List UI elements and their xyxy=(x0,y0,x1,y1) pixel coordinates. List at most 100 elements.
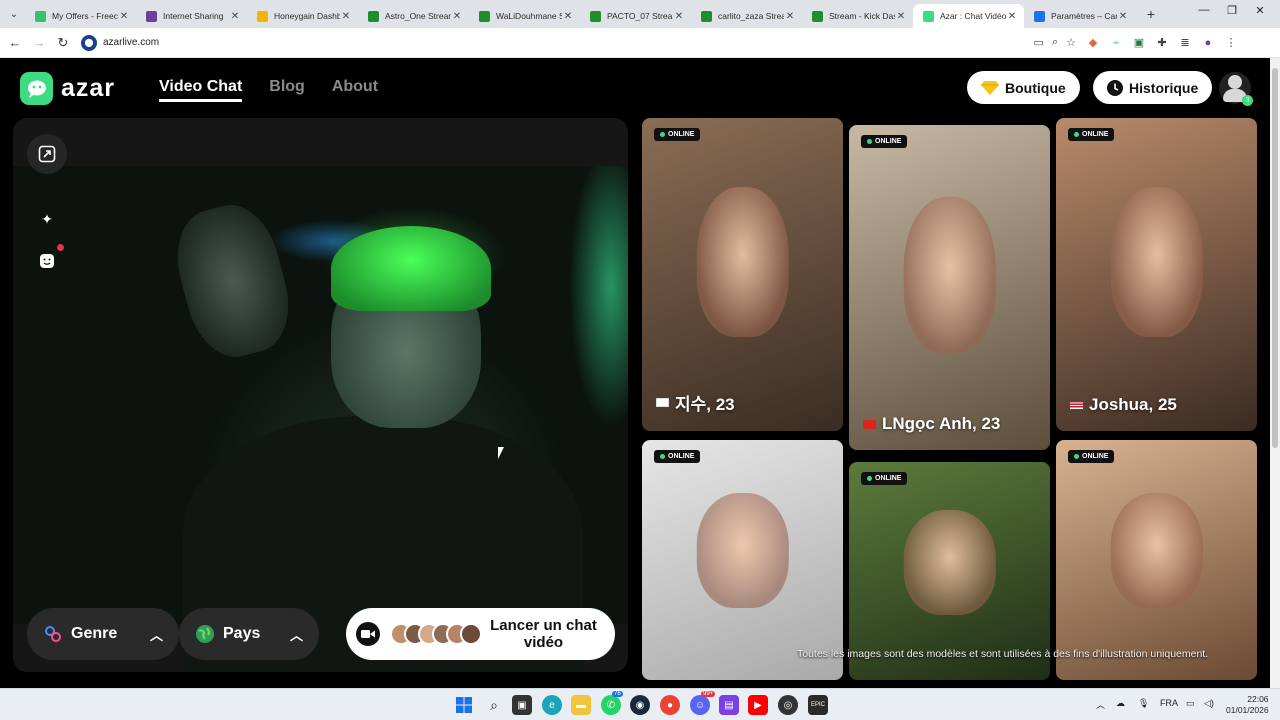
tab-favicon-icon xyxy=(590,10,601,22)
expand-button[interactable] xyxy=(27,134,67,174)
obs-icon[interactable]: ◎ xyxy=(778,695,798,715)
genre-filter-button[interactable]: Genre ︿ xyxy=(27,608,179,660)
discord-icon[interactable]: ☺ xyxy=(690,695,710,715)
video-panel: ✦ Genre ︿ Pays ︿ Lancer un chat vidéo xyxy=(13,118,628,672)
gallery-card: ONLINE Joshua, 25 xyxy=(1056,118,1257,431)
user-avatar[interactable]: 3 xyxy=(1219,72,1253,106)
tab-favicon-icon xyxy=(1034,10,1045,22)
tray-overflow-icon[interactable]: ︿ xyxy=(1096,698,1105,711)
tab-title: carlito_zaza Stream xyxy=(718,11,784,21)
online-dot-icon xyxy=(660,132,665,137)
boutique-button[interactable]: Boutique xyxy=(967,71,1080,104)
back-button[interactable]: ← xyxy=(3,35,27,50)
profile-avatar-icon[interactable]: ● xyxy=(1201,37,1215,49)
url-text[interactable]: azarlive.com xyxy=(103,37,159,48)
tab-close-icon[interactable]: ✕ xyxy=(784,11,796,22)
pays-filter-button[interactable]: Pays ︿ xyxy=(179,608,319,660)
steam-icon[interactable]: ◉ xyxy=(630,695,650,715)
extension-arrow-icon[interactable]: ⌁ xyxy=(1109,36,1123,49)
onedrive-icon[interactable]: ☁ xyxy=(1116,698,1125,709)
language-indicator[interactable]: FRA xyxy=(1160,698,1178,708)
browser-tab[interactable]: Astro_One Stream ✕ xyxy=(358,4,469,28)
browser-tab[interactable]: Azar : Chat Vidéo ✕ xyxy=(913,4,1024,28)
network-icon[interactable]: ▭ xyxy=(1186,698,1195,709)
tab-close-icon[interactable]: ✕ xyxy=(1117,11,1129,22)
online-label: ONLINE xyxy=(1082,453,1109,460)
tab-close-icon[interactable]: ✕ xyxy=(118,11,130,22)
start-menu-icon[interactable] xyxy=(454,695,474,715)
minimize-button[interactable]: — xyxy=(1190,4,1218,17)
country-flag-icon xyxy=(1070,400,1083,410)
sticker-face-icon[interactable] xyxy=(36,250,58,272)
cast-icon[interactable]: ▭ xyxy=(1034,36,1044,49)
extensions-puzzle-icon[interactable]: ✚ xyxy=(1155,36,1169,49)
chevron-up-icon: ︿ xyxy=(289,627,303,643)
tab-title: Internet Sharing xyxy=(163,11,224,21)
whatsapp-icon[interactable]: ✆ xyxy=(601,695,621,715)
volume-icon[interactable]: ◁) xyxy=(1204,698,1214,709)
bookmark-star-icon[interactable]: ☆ xyxy=(1066,36,1076,49)
microphone-icon[interactable]: 🎙 xyxy=(1138,698,1149,709)
mouse-cursor xyxy=(498,447,504,459)
tab-title: PACTO_07 Stream xyxy=(607,11,673,21)
reading-list-icon[interactable]: ≣ xyxy=(1178,36,1192,49)
historique-button[interactable]: Historique xyxy=(1093,71,1213,104)
site-info-icon[interactable]: ⬤ xyxy=(81,34,97,51)
start-video-chat-button[interactable]: Lancer un chat vidéo xyxy=(346,608,615,660)
azar-logo-icon xyxy=(20,72,53,105)
tab-favicon-icon xyxy=(368,10,379,22)
online-label: ONLINE xyxy=(875,475,902,482)
sparkle-effects-icon[interactable]: ✦ xyxy=(36,208,58,230)
edge-icon[interactable]: e xyxy=(542,695,562,715)
browser-tab[interactable]: Internet Sharing ✕ xyxy=(136,4,247,28)
page-scrollbar[interactable] xyxy=(1270,58,1280,688)
app-purple-icon[interactable]: ▤ xyxy=(719,695,739,715)
reload-button[interactable]: ↻ xyxy=(51,35,75,51)
tab-close-icon[interactable]: ✕ xyxy=(895,11,907,22)
extension-wallet-icon[interactable]: ▣ xyxy=(1132,36,1146,49)
tab-close-icon[interactable]: ✕ xyxy=(1006,11,1018,22)
task-view-icon[interactable]: ▣ xyxy=(512,695,532,715)
tab-close-icon[interactable]: ✕ xyxy=(229,11,241,22)
gallery-card: ONLINE xyxy=(642,440,843,680)
gender-icon xyxy=(45,626,61,642)
browser-tab[interactable]: Stream - Kick Dashboard✕ xyxy=(802,4,913,28)
system-clock[interactable]: 22:06 01/01/2026 xyxy=(1226,694,1269,716)
browser-tab[interactable]: My Offers - Freecash✕ xyxy=(25,4,136,28)
tab-close-icon[interactable]: ✕ xyxy=(451,11,463,22)
chrome-icon[interactable]: ● xyxy=(660,695,680,715)
online-dot-icon xyxy=(1074,454,1079,459)
new-tab-button[interactable]: + xyxy=(1139,6,1163,22)
nav-about[interactable]: About xyxy=(332,78,378,102)
model-gallery: ONLINE 지수, 23 ONLINE LNgọc Anh, 23 ONLINE J… xyxy=(642,118,1257,688)
close-window-button[interactable]: ✕ xyxy=(1246,4,1274,17)
browser-tab[interactable]: PACTO_07 Stream ✕ xyxy=(580,4,691,28)
address-bar[interactable]: ⬤ azarlive.com ▭ ⌕ ☆ xyxy=(81,32,1086,54)
browser-tab[interactable]: Paramètres – Caméra✕ xyxy=(1024,4,1135,28)
epic-games-icon[interactable]: EPIC xyxy=(808,695,828,715)
tab-close-icon[interactable]: ✕ xyxy=(340,11,352,22)
online-dot-icon xyxy=(1074,132,1079,137)
azar-logo[interactable]: azar xyxy=(20,72,115,105)
browser-tab[interactable]: Honeygain Dashboard✕ xyxy=(247,4,358,28)
tab-title: WaLiDouhmane Stream xyxy=(496,11,562,21)
tab-search-button[interactable]: ⌄ xyxy=(3,3,25,25)
scrollbar-thumb[interactable] xyxy=(1272,68,1278,448)
tab-close-icon[interactable]: ✕ xyxy=(673,11,685,22)
nav-blog[interactable]: Blog xyxy=(269,78,305,102)
browser-tab[interactable]: WaLiDouhmane Stream✕ xyxy=(469,4,580,28)
youtube-icon[interactable]: ▶ xyxy=(748,695,768,715)
file-explorer-icon[interactable]: ▬ xyxy=(571,695,591,715)
forward-button[interactable]: → xyxy=(27,35,51,50)
tab-close-icon[interactable]: ✕ xyxy=(562,11,574,22)
extension-fox-icon[interactable]: ◆ xyxy=(1086,36,1100,49)
maximize-button[interactable]: ❐ xyxy=(1218,4,1246,17)
browser-tab[interactable]: carlito_zaza Stream✕ xyxy=(691,4,802,28)
genre-label: Genre xyxy=(71,625,118,642)
nav-video-chat[interactable]: Video Chat xyxy=(159,78,243,102)
zoom-icon[interactable]: ⌕ xyxy=(1052,36,1058,49)
tab-favicon-icon xyxy=(257,10,268,22)
search-icon[interactable]: ⌕ xyxy=(484,695,504,715)
browser-menu-icon[interactable]: ⋮ xyxy=(1224,36,1238,49)
tab-title: Azar : Chat Vidéo xyxy=(940,11,1006,21)
